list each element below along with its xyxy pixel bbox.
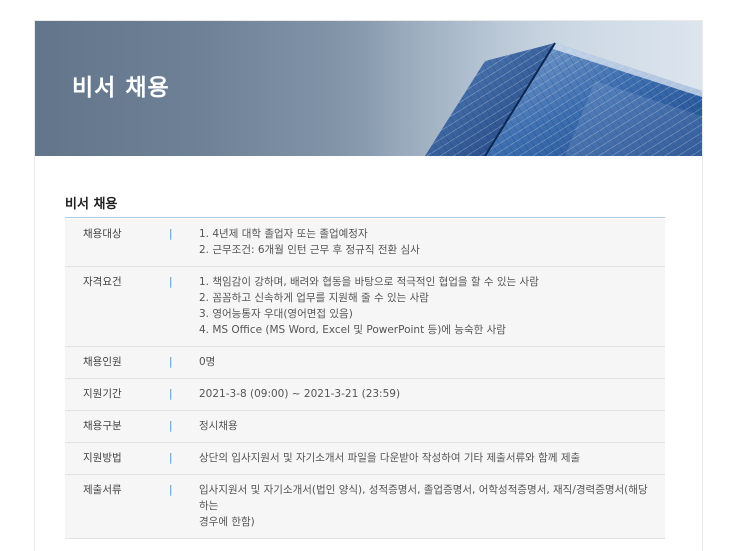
row-label: 채용구분 [83, 420, 122, 432]
row-value-line: 2021-3-8 (09:00) ~ 2021-3-21 (23:59) [199, 388, 401, 400]
row-separator: | [169, 484, 173, 496]
section-divider [65, 217, 665, 218]
row-label: 채용대상 [83, 228, 122, 240]
row-label: 지원기간 [83, 388, 122, 400]
page-title: 비서 채용 [72, 75, 170, 101]
row-value-line: 1. 4년제 대학 졸업자 또는 졸업예정자 [199, 228, 368, 240]
row-value: 상단의 입사지원서 및 자기소개서 파일을 다운받아 작성하여 기타 제출서류와… [199, 450, 665, 466]
row-value: 0명 [199, 354, 665, 370]
row-value: 1. 책임감이 강하며, 배려와 협동을 바탕으로 적극적인 협업을 할 수 있… [199, 274, 665, 338]
row-value: 2021-3-8 (09:00) ~ 2021-3-21 (23:59) [199, 386, 665, 402]
table-row: 자격요건 | 1. 책임감이 강하며, 배려와 협동을 바탕으로 적극적인 협업을 … [65, 267, 665, 347]
row-value-line: 2. 근무조건: 6개월 인턴 근무 후 정규직 전환 심사 [199, 244, 420, 256]
table-row: 채용인원 | 0명 [65, 347, 665, 379]
row-separator: | [169, 356, 173, 368]
row-value: 1. 4년제 대학 졸업자 또는 졸업예정자 2. 근무조건: 6개월 인턴 근무… [199, 226, 665, 258]
row-value-line: 2. 꼼꼼하고 신속하게 업무를 지원해 줄 수 있는 사람 [199, 292, 429, 304]
row-value-line: 상단의 입사지원서 및 자기소개서 파일을 다운받아 작성하여 기타 제출서류와… [199, 452, 581, 464]
row-value-line: 정시채용 [199, 420, 238, 432]
job-posting-card: 비서 채용 비서 채용 채용대상 | 1. 4년제 대학 졸업자 또는 졸업예정자 2… [34, 20, 703, 551]
table-row: 지원방법 | 상단의 입사지원서 및 자기소개서 파일을 다운받아 작성하여 기타 … [65, 443, 665, 475]
row-value-line: 3. 영어능통자 우대(영어면접 있음) [199, 308, 353, 320]
table-row: 지원기간 | 2021-3-8 (09:00) ~ 2021-3-21 (23:59… [65, 379, 665, 411]
table-row: 채용구분 | 정시채용 [65, 411, 665, 443]
row-separator: | [169, 452, 173, 464]
row-value: 정시채용 [199, 418, 665, 434]
row-separator: | [169, 388, 173, 400]
row-separator: | [169, 228, 173, 240]
table-row: 채용대상 | 1. 4년제 대학 졸업자 또는 졸업예정자 2. 근무조건: 6개월 … [65, 219, 665, 267]
row-label: 자격요건 [83, 276, 122, 288]
row-value-line: 1. 책임감이 강하며, 배려와 협동을 바탕으로 적극적인 협업을 할 수 있… [199, 276, 539, 288]
office-building-image [365, 21, 702, 156]
hero-banner: 비서 채용 [35, 21, 702, 156]
row-value-line: 입사지원서 및 자기소개서(법인 양식), 성적증명서, 졸업증명서, 어학성적… [199, 484, 648, 512]
row-label: 채용인원 [83, 356, 122, 368]
table-row: 제출서류 | 입사지원서 및 자기소개서(법인 양식), 성적증명서, 졸업증명서,… [65, 475, 665, 539]
section-title: 비서 채용 [65, 197, 118, 212]
row-value-line: 4. MS Office (MS Word, Excel 및 PowerPoin… [199, 324, 506, 336]
job-info-table: 채용대상 | 1. 4년제 대학 졸업자 또는 졸업예정자 2. 근무조건: 6개월 … [65, 219, 665, 539]
row-value-line: 경우에 한함) [199, 516, 255, 528]
row-separator: | [169, 420, 173, 432]
row-value: 입사지원서 및 자기소개서(법인 양식), 성적증명서, 졸업증명서, 어학성적… [199, 482, 665, 530]
row-separator: | [169, 276, 173, 288]
row-label: 제출서류 [83, 484, 122, 496]
row-value-line: 0명 [199, 356, 216, 368]
row-label: 지원방법 [83, 452, 122, 464]
